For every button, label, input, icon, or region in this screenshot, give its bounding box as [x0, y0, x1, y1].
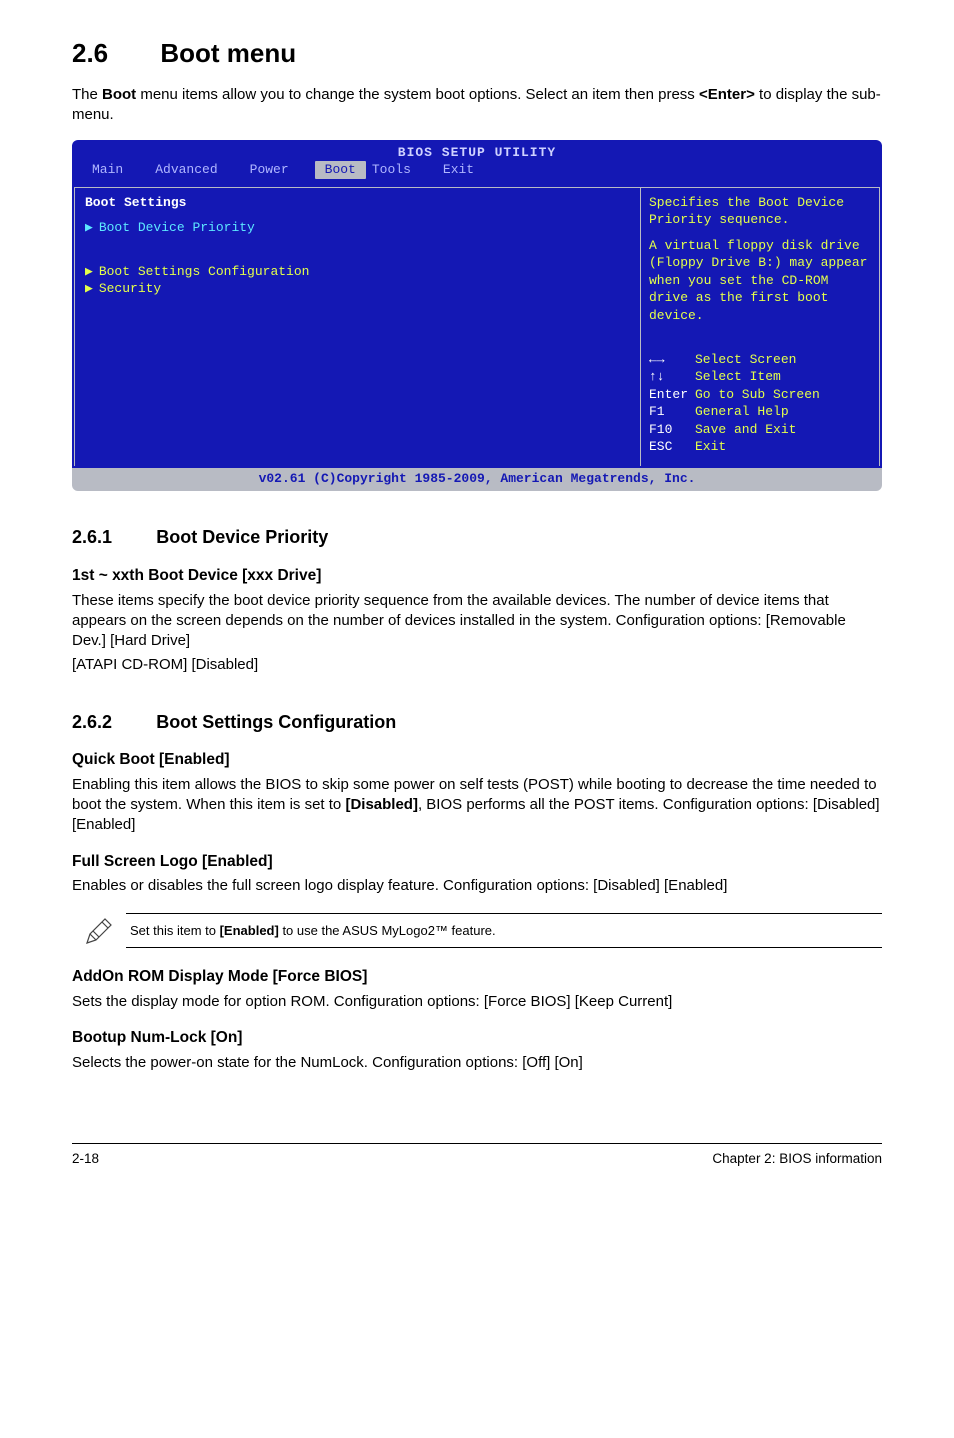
section-title: Boot menu	[160, 38, 296, 68]
bios-menu-item: ▶ Security	[85, 280, 630, 298]
pointer-icon: ▶	[85, 264, 93, 279]
bios-left-heading: Boot Settings	[85, 194, 630, 212]
nav-key: ←→	[649, 351, 695, 369]
bios-header: BIOS SETUP UTILITY Main Advanced Power B…	[72, 140, 882, 185]
item-heading: 1st ~ xxth Boot Device [xxx Drive]	[72, 566, 882, 587]
nav-action: Select Item	[695, 369, 781, 384]
nav-key: F10	[649, 421, 695, 439]
bios-screenshot: BIOS SETUP UTILITY Main Advanced Power B…	[72, 140, 882, 492]
nav-key: ESC	[649, 438, 695, 456]
nav-key: ↑↓	[649, 368, 695, 386]
page-footer: 2-18 Chapter 2: BIOS information	[72, 1143, 882, 1168]
tab-main: Main	[86, 161, 149, 179]
item-heading: Full Screen Logo [Enabled]	[72, 852, 882, 873]
text-bold: Boot	[102, 86, 136, 103]
menu-label: Boot Settings Configuration	[99, 264, 310, 279]
item-heading: Quick Boot [Enabled]	[72, 750, 882, 771]
intro-paragraph: The Boot menu items allow you to change …	[72, 85, 882, 126]
nav-row: ESCExit	[649, 438, 871, 456]
nav-row: F1General Help	[649, 403, 871, 421]
pencil-icon	[72, 913, 126, 949]
section-number: 2.6	[72, 36, 108, 71]
nav-action: General Help	[695, 404, 789, 419]
paragraph: [ATAPI CD-ROM] [Disabled]	[72, 655, 882, 675]
pointer-icon: ▶	[85, 220, 93, 235]
help-text: Specifies the Boot Device Priority seque…	[649, 194, 871, 229]
nav-key: F1	[649, 403, 695, 421]
nav-key: Enter	[649, 386, 695, 404]
text: to use the ASUS MyLogo2™ feature.	[279, 923, 496, 938]
text-bold: <Enter>	[699, 86, 755, 103]
bios-menu-item: ▶ Boot Device Priority	[85, 219, 630, 237]
note-callout: Set this item to [Enabled] to use the AS…	[72, 913, 882, 949]
text-bold: [Enabled]	[220, 923, 279, 938]
paragraph: Enables or disables the full screen logo…	[72, 876, 882, 896]
nav-row: F10Save and Exit	[649, 421, 871, 439]
tab-tools: Tools	[366, 161, 437, 179]
bios-footer: v02.61 (C)Copyright 1985-2009, American …	[72, 468, 882, 492]
text-bold: [Disabled]	[345, 796, 418, 813]
paragraph: Sets the display mode for option ROM. Co…	[72, 992, 882, 1012]
note-text: Set this item to [Enabled] to use the AS…	[126, 913, 882, 949]
bios-right-pane: Specifies the Boot Device Priority seque…	[640, 187, 880, 466]
subsection-number: 2.6.2	[72, 710, 112, 734]
page-number: 2-18	[72, 1150, 99, 1168]
tab-boot: Boot	[315, 161, 366, 179]
nav-action: Go to Sub Screen	[695, 387, 820, 402]
tab-power: Power	[244, 161, 315, 179]
nav-row: ←→Select Screen	[649, 351, 871, 369]
subsection-261: 2.6.1 Boot Device Priority 1st ~ xxth Bo…	[72, 525, 882, 675]
section-heading: 2.6 Boot menu	[72, 36, 882, 71]
chapter-label: Chapter 2: BIOS information	[712, 1150, 882, 1168]
subsection-number: 2.6.1	[72, 525, 112, 549]
help-text: A virtual floppy disk drive (Floppy Driv…	[649, 237, 871, 325]
nav-action: Exit	[695, 439, 726, 454]
item-heading: AddOn ROM Display Mode [Force BIOS]	[72, 967, 882, 988]
subsection-title: Boot Settings Configuration	[156, 712, 396, 732]
subsection-title: Boot Device Priority	[156, 527, 328, 547]
menu-label: Boot Device Priority	[99, 220, 255, 235]
bios-tab-bar: Main Advanced Power Boot Tools Exit	[72, 161, 882, 183]
nav-row: ↑↓Select Item	[649, 368, 871, 386]
text: Set this item to	[130, 923, 220, 938]
subsection-262: 2.6.2 Boot Settings Configuration Quick …	[72, 710, 882, 1073]
menu-label: Security	[99, 281, 161, 296]
bios-menu-item: ▶ Boot Settings Configuration	[85, 263, 630, 281]
bios-body: Boot Settings ▶ Boot Device Priority ▶ Boo…	[72, 185, 882, 468]
paragraph: These items specify the boot device prio…	[72, 591, 882, 652]
bios-title: BIOS SETUP UTILITY	[72, 144, 882, 162]
tab-advanced: Advanced	[149, 161, 243, 179]
item-heading: Bootup Num-Lock [On]	[72, 1028, 882, 1049]
text: menu items allow you to change the syste…	[136, 86, 699, 103]
nav-action: Save and Exit	[695, 422, 796, 437]
text: The	[72, 86, 102, 103]
nav-action: Select Screen	[695, 352, 796, 367]
nav-row: EnterGo to Sub Screen	[649, 386, 871, 404]
pointer-icon: ▶	[85, 281, 93, 296]
bios-left-pane: Boot Settings ▶ Boot Device Priority ▶ Boo…	[74, 187, 640, 466]
tab-exit: Exit	[437, 161, 500, 179]
paragraph: Selects the power-on state for the NumLo…	[72, 1053, 882, 1073]
paragraph: Enabling this item allows the BIOS to sk…	[72, 775, 882, 836]
